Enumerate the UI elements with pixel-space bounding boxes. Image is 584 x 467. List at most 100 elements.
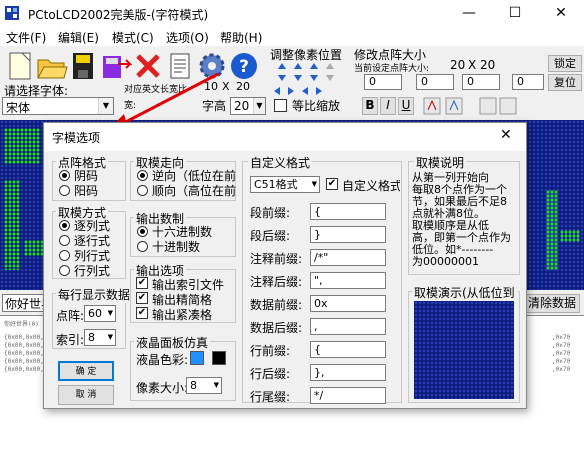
radio-positive-code[interactable]	[59, 185, 70, 196]
restore-button[interactable]: 复位	[548, 74, 582, 91]
custom-format-check-label: 自定义格式	[342, 179, 400, 193]
custom-field-input[interactable]: 0x	[310, 295, 386, 312]
height-select[interactable]: 20 ▼	[230, 97, 266, 115]
aspect-h: 20	[236, 80, 250, 93]
code-line-right: ,0x70	[552, 350, 571, 357]
font-options-dialog: 字模选项 ✕ 点阵格式 阴码 阳码 取模方式 逐列式 逐行式 列行式 行列式 每…	[43, 122, 527, 409]
radio-reverse-direction[interactable]	[137, 170, 148, 181]
custom-field-input[interactable]: {	[310, 341, 386, 358]
index-count-select[interactable]: 8 ▼	[84, 329, 116, 346]
custom-field-label: 行后缀:	[250, 367, 291, 381]
explain-line: 为00000001	[412, 255, 479, 268]
output-index-checkbox[interactable]: ✔	[136, 277, 148, 289]
code-header: 你好世界(0)	[4, 321, 39, 328]
custom-field-label: 数据前缀:	[250, 298, 303, 312]
dialog-close-button[interactable]: ✕	[500, 127, 512, 143]
per-line-legend: 每行显示数据	[56, 286, 133, 303]
custom-format-legend: 自定义格式	[248, 154, 313, 171]
ok-button[interactable]: 确 定	[58, 361, 114, 381]
radio-row-column-label: 行列式	[74, 264, 111, 278]
output-tight-label: 输出紧凑格	[152, 308, 213, 322]
dot-count-label: 点阵:	[56, 309, 85, 323]
underline-button[interactable]: U	[398, 97, 414, 115]
matrix-spin-1[interactable]: 0	[364, 74, 402, 90]
window-title: PCtoLCD2002完美版-(字符模式)	[28, 8, 209, 22]
menu-options[interactable]: 选项(O)	[166, 29, 209, 46]
custom-field-input[interactable]: */	[310, 387, 386, 404]
index-count-label: 索引:	[56, 333, 85, 347]
equal-scale-checkbox[interactable]	[274, 99, 287, 112]
pixel-size-select[interactable]: 8 ▼	[186, 377, 222, 394]
maximize-button[interactable]: ☐	[492, 0, 538, 27]
open-folder-icon[interactable]	[36, 50, 68, 82]
cancel-button[interactable]: 取 消	[58, 385, 114, 405]
lcd-bg-color-swatch[interactable]	[212, 351, 226, 365]
current-size-w: 20	[450, 58, 466, 72]
code-line-right: ,0x70	[552, 358, 571, 365]
italic-button[interactable]: I	[380, 97, 396, 115]
align-tools-icon[interactable]	[420, 96, 520, 116]
menu-edit[interactable]: 编辑(E)	[58, 29, 99, 46]
custom-field-input[interactable]: ",	[310, 272, 386, 289]
demo-preview-canvas	[414, 301, 514, 399]
radio-column-mode[interactable]	[59, 220, 70, 231]
custom-field-label: 段后缀:	[250, 229, 291, 243]
svg-text:?: ?	[239, 57, 249, 77]
help-icon[interactable]: ?	[228, 50, 260, 82]
current-size-x: X	[468, 58, 477, 72]
custom-field-label: 数据后缀:	[250, 321, 303, 335]
custom-field-input[interactable]: ,	[310, 318, 386, 335]
radio-column-row-mode[interactable]	[59, 250, 70, 261]
dialog-title-bar	[44, 123, 526, 151]
code-line-right: ,0x70	[552, 334, 571, 341]
pixel-size-label: 像素大小:	[136, 381, 189, 395]
radio-row-mode[interactable]	[59, 235, 70, 246]
dot-count-select[interactable]: 60 ▼	[84, 305, 116, 322]
output-compact-checkbox[interactable]: ✔	[136, 292, 148, 304]
font-select[interactable]: 宋体 ▼	[2, 97, 114, 115]
clear-data-button[interactable]: 清除数据	[524, 294, 580, 313]
custom-field-label: 段前缀:	[250, 206, 291, 220]
radio-negative-code[interactable]	[59, 170, 70, 181]
bold-button[interactable]: B	[362, 97, 378, 115]
radio-decimal[interactable]	[137, 241, 148, 252]
output-tight-checkbox[interactable]: ✔	[136, 307, 148, 319]
custom-field-label: 行前缀:	[250, 344, 291, 358]
menu-mode[interactable]: 模式(C)	[112, 29, 154, 46]
radio-forward-direction[interactable]	[137, 185, 148, 196]
matrix-spin-3[interactable]: 0	[462, 74, 500, 90]
radio-decimal-label: 十进制数	[152, 240, 201, 254]
current-size-label: 当前设定点阵大小:	[354, 64, 430, 74]
custom-field-label: 注释后缀:	[250, 275, 303, 289]
matrix-spin-2[interactable]: 0	[416, 74, 454, 90]
lcd-fg-color-swatch[interactable]	[190, 351, 204, 365]
pixel-adjust-arrows[interactable]	[272, 61, 344, 97]
new-file-icon[interactable]	[4, 50, 36, 82]
custom-field-label: 注释前缀:	[250, 252, 303, 266]
close-window-button[interactable]: ✕	[538, 0, 584, 27]
text-input[interactable]: 你好世界	[2, 294, 46, 312]
radio-row-column-mode[interactable]	[59, 265, 70, 276]
custom-field-input[interactable]: }	[310, 226, 386, 243]
lcd-sim-legend: 液晶面板仿真	[134, 334, 211, 351]
chevron-down-icon: ▼	[253, 98, 265, 114]
lock-button[interactable]: 锁定	[548, 55, 582, 72]
radio-hex[interactable]	[137, 226, 148, 237]
code-line-right: ,0x70	[552, 366, 571, 373]
menu-help[interactable]: 帮助(H)	[220, 29, 262, 46]
custom-field-input[interactable]: },	[310, 364, 386, 381]
save-disk-icon[interactable]	[68, 50, 100, 82]
custom-field-input[interactable]: {	[310, 203, 386, 220]
dialog-title: 字模选项	[52, 131, 101, 145]
minimize-button[interactable]: —	[446, 0, 492, 27]
matrix-spin-4[interactable]: 0	[512, 74, 544, 90]
menu-file[interactable]: 文件(F)	[6, 29, 46, 46]
custom-field-input[interactable]: /*"	[310, 249, 386, 266]
equal-scale-label: 等比缩放	[292, 99, 341, 113]
custom-format-checkbox[interactable]: ✔	[326, 178, 338, 190]
radio-forward-label: 顺向（高位在前	[152, 184, 236, 198]
custom-field-label: 行尾缀:	[250, 390, 291, 404]
radio-positive-label: 阳码	[74, 184, 99, 198]
current-size-h: 20	[480, 58, 496, 72]
format-select[interactable]: C51格式 ▼	[250, 176, 320, 193]
